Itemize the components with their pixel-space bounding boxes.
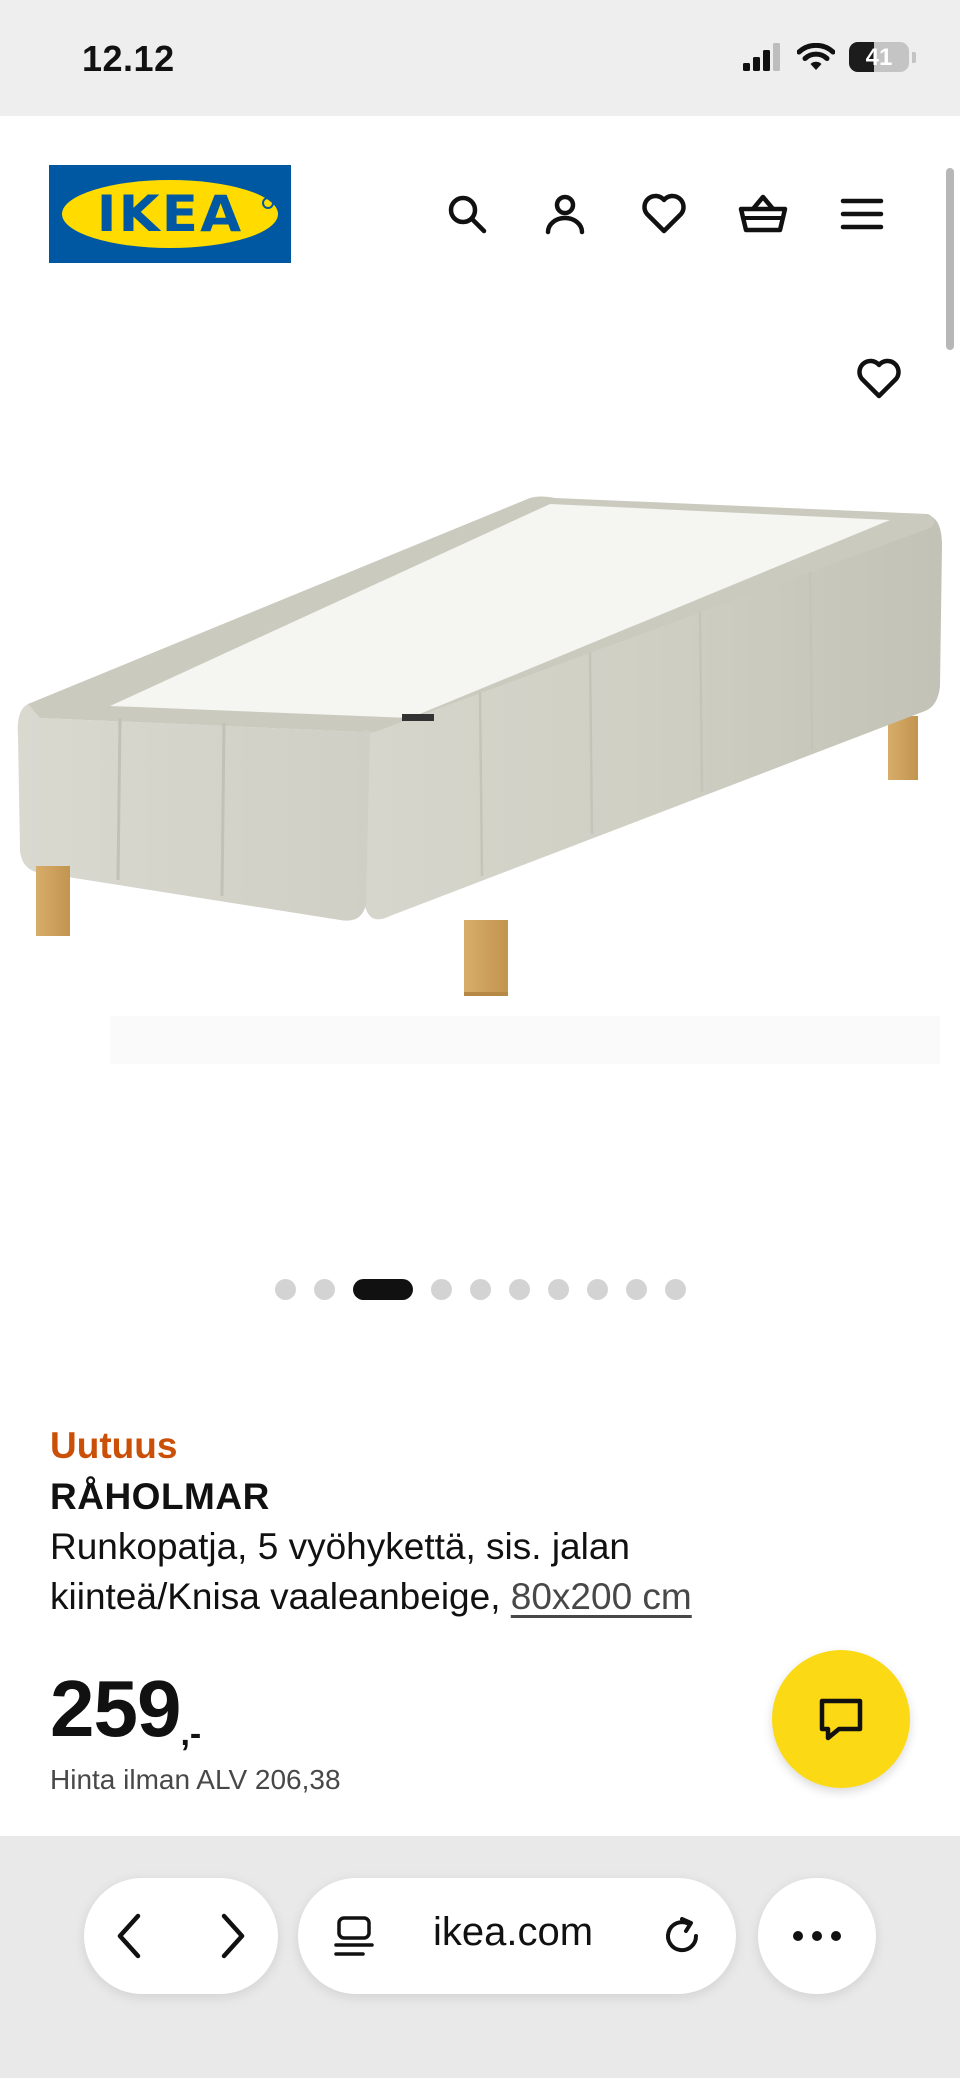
heart-icon [642, 193, 686, 234]
registered-mark-icon [262, 197, 274, 209]
gallery-dot[interactable] [508, 1279, 530, 1300]
gallery-dot[interactable] [352, 1279, 413, 1300]
gallery-dot[interactable] [274, 1279, 296, 1300]
ikea-logo[interactable]: IKEA [49, 165, 291, 263]
battery-tip [912, 51, 916, 63]
heart-icon [857, 358, 901, 399]
menu-button[interactable] [832, 184, 892, 244]
product-price: 259 ,- [50, 1665, 201, 1754]
navigation-pill [84, 1878, 278, 1994]
status-bar: 12.12 41 [0, 0, 960, 116]
price-without-vat: Hinta ilman ALV 206,38 [50, 1764, 341, 1795]
reload-button[interactable] [652, 1906, 712, 1966]
signal-icon [743, 43, 780, 71]
search-icon [448, 195, 487, 234]
forward-button[interactable] [203, 1906, 263, 1966]
url-text: ikea.com [433, 1910, 594, 1954]
product-size-link[interactable]: 80x200 cm [511, 1576, 692, 1617]
wifi-icon [797, 43, 835, 70]
gallery-dot[interactable] [469, 1279, 491, 1300]
price-suffix: ,- [180, 1715, 202, 1753]
more-button[interactable] [787, 1906, 847, 1966]
menu-icon [840, 198, 884, 230]
gallery-dot[interactable] [664, 1279, 686, 1300]
gallery-pagination [0, 1279, 960, 1300]
browser-toolbar: ikea.com [0, 1836, 960, 2078]
more-options-pill[interactable] [758, 1878, 876, 1994]
product-name: RÅHOLMAR [50, 1476, 270, 1517]
basket-button[interactable] [733, 184, 793, 244]
chat-button[interactable] [772, 1650, 910, 1788]
basket-icon [738, 194, 788, 233]
reload-icon [666, 1917, 699, 1953]
status-time: 12.12 [82, 38, 175, 79]
profile-button[interactable] [535, 184, 595, 244]
gallery-dot[interactable] [586, 1279, 608, 1300]
add-to-favorites-button[interactable] [850, 350, 908, 408]
product-image[interactable] [10, 496, 950, 1416]
status-icons: 41 [743, 42, 916, 72]
logo-text: IKEA [96, 185, 244, 243]
gallery-dot[interactable] [547, 1279, 569, 1300]
gallery-dot[interactable] [430, 1279, 452, 1300]
tabs-icon [334, 1916, 374, 1956]
chat-icon [819, 1698, 863, 1741]
new-badge: Uutuus [50, 1425, 178, 1466]
battery-percentage: 41 [865, 44, 893, 71]
product-info: Uutuus RÅHOLMAR Runkopatja, 5 vyöhykettä… [50, 1420, 910, 1622]
product-description: Runkopatja, 5 vyöhykettä, sis. jalan kii… [50, 1522, 810, 1622]
address-bar[interactable]: ikea.com [298, 1878, 736, 1994]
gallery-dot[interactable] [313, 1279, 335, 1300]
profile-icon [545, 194, 585, 235]
battery-icon: 41 [849, 42, 909, 72]
price-value: 259 [50, 1664, 181, 1753]
search-button[interactable] [437, 184, 497, 244]
product-gallery[interactable] [0, 306, 960, 1306]
forward-icon [221, 1913, 245, 1959]
site-header: IKEA [0, 116, 960, 306]
tabs-button[interactable] [324, 1906, 384, 1966]
back-button[interactable] [99, 1906, 159, 1966]
more-icon [793, 1931, 841, 1941]
gallery-dot[interactable] [625, 1279, 647, 1300]
favorites-button[interactable] [634, 184, 694, 244]
back-icon [117, 1913, 141, 1959]
